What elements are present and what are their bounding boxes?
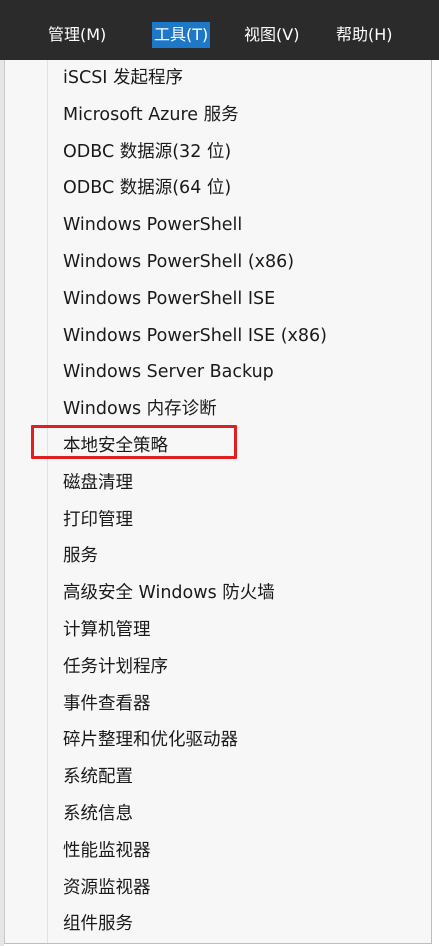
menu-item-disk-cleanup[interactable]: 磁盘清理 bbox=[63, 465, 327, 502]
menu-item-system-configuration[interactable]: 系统配置 bbox=[63, 759, 327, 796]
menu-item-iscsi-initiator[interactable]: iSCSI 发起程序 bbox=[63, 60, 327, 97]
menu-icon-gutter bbox=[47, 60, 48, 943]
menu-item-azure-services[interactable]: Microsoft Azure 服务 bbox=[63, 97, 327, 134]
menu-item-system-information[interactable]: 系统信息 bbox=[63, 796, 327, 833]
menu-item-print-management[interactable]: 打印管理 bbox=[63, 502, 327, 539]
menu-item-event-viewer[interactable]: 事件查看器 bbox=[63, 686, 327, 723]
tools-dropdown-menu: iSCSI 发起程序 Microsoft Azure 服务 ODBC 数据源(3… bbox=[4, 60, 432, 944]
menu-item-odbc-64[interactable]: ODBC 数据源(64 位) bbox=[63, 170, 327, 207]
menu-item-powershell-x86[interactable]: Windows PowerShell (x86) bbox=[63, 244, 327, 281]
menu-item-defragment-optimize[interactable]: 碎片整理和优化驱动器 bbox=[63, 722, 327, 759]
menu-item-powershell[interactable]: Windows PowerShell bbox=[63, 207, 327, 244]
highlight-box-local-security-policy bbox=[31, 425, 237, 459]
menu-item-powershell-ise-x86[interactable]: Windows PowerShell ISE (x86) bbox=[63, 318, 327, 355]
menu-item-memory-diagnostic[interactable]: Windows 内存诊断 bbox=[63, 391, 327, 428]
tools-menu-list: iSCSI 发起程序 Microsoft Azure 服务 ODBC 数据源(3… bbox=[63, 60, 327, 943]
menu-item-advanced-firewall[interactable]: 高级安全 Windows 防火墙 bbox=[63, 575, 327, 612]
menu-tools[interactable]: 工具(T) bbox=[152, 22, 211, 48]
menu-bar: 管理(M) 工具(T) 视图(V) 帮助(H) bbox=[0, 0, 439, 60]
menu-help[interactable]: 帮助(H) bbox=[334, 22, 395, 48]
menu-item-task-scheduler[interactable]: 任务计划程序 bbox=[63, 649, 327, 686]
menu-item-computer-management[interactable]: 计算机管理 bbox=[63, 612, 327, 649]
menu-item-services[interactable]: 服务 bbox=[63, 538, 327, 575]
menu-view[interactable]: 视图(V) bbox=[242, 22, 301, 48]
menu-item-odbc-32[interactable]: ODBC 数据源(32 位) bbox=[63, 134, 327, 171]
menu-item-resource-monitor[interactable]: 资源监视器 bbox=[63, 870, 327, 907]
menu-item-server-backup[interactable]: Windows Server Backup bbox=[63, 354, 327, 391]
menu-manage[interactable]: 管理(M) bbox=[46, 22, 108, 48]
menu-item-component-services[interactable]: 组件服务 bbox=[63, 906, 327, 943]
menu-item-performance-monitor[interactable]: 性能监视器 bbox=[63, 833, 327, 870]
menu-item-powershell-ise[interactable]: Windows PowerShell ISE bbox=[63, 281, 327, 318]
